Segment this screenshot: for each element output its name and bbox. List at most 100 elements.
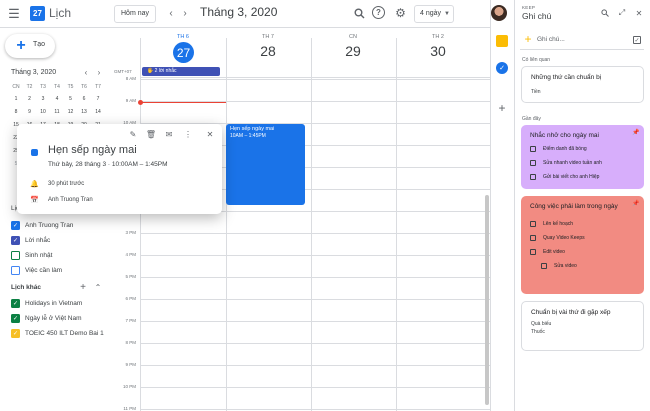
day-number[interactable]: 29 xyxy=(311,43,395,59)
day-header[interactable]: TH 7 28 xyxy=(226,34,310,59)
mini-day[interactable]: 4 xyxy=(50,96,64,102)
other-calendar-item[interactable]: ✓ Ngày lễ ở Việt Nam xyxy=(11,313,82,323)
more-options-icon[interactable]: ⋮ xyxy=(183,129,193,139)
mini-day[interactable]: 9 xyxy=(23,109,37,115)
checkbox-checked-icon[interactable]: ✓ xyxy=(11,220,20,230)
other-calendar-item[interactable]: ✓ TOEIC 450 ILT Demo Bai 1 xyxy=(11,328,104,338)
mini-day[interactable]: 13 xyxy=(77,109,91,115)
my-calendar-item[interactable]: ✓ Lời nhắc xyxy=(11,235,50,245)
note-item-label: Sửa video xyxy=(554,263,577,269)
mini-day[interactable]: 11 xyxy=(50,109,64,115)
day-header[interactable]: CN 29 xyxy=(311,34,395,59)
checkbox-empty-icon[interactable] xyxy=(11,250,20,260)
checkbox-checked-icon[interactable]: ✓ xyxy=(11,328,20,338)
calendar-icon: 📅 xyxy=(30,196,39,204)
collapse-icon[interactable]: ⌃ xyxy=(93,282,103,292)
keep-icon[interactable] xyxy=(496,35,508,47)
mini-day[interactable]: 6 xyxy=(77,96,91,102)
note-card[interactable]: Những thứ cần chuẩn bị Tiền xyxy=(521,66,644,103)
note-card[interactable]: Nhắc nhở cho ngày mai 📌 Điểm danh đã bóng S… xyxy=(521,125,644,189)
note-card[interactable]: Công việc phải làm trong ngày 📌 Lên kế hoạ… xyxy=(521,196,644,294)
checkbox-empty-icon[interactable] xyxy=(530,174,536,180)
close-icon[interactable]: ✕ xyxy=(205,129,215,139)
next-period-icon[interactable]: › xyxy=(178,6,192,20)
create-button[interactable]: + Tạo xyxy=(5,34,55,58)
checkbox-checked-icon[interactable]: ✓ xyxy=(11,235,20,245)
checkbox-checked-icon[interactable]: ✓ xyxy=(11,313,20,323)
checkbox-empty-icon[interactable] xyxy=(530,235,536,241)
mini-weekday: T7 xyxy=(95,84,101,90)
pin-icon[interactable]: 📌 xyxy=(632,129,639,136)
today-button[interactable]: Hôm nay xyxy=(114,5,157,23)
keep-kicker: KEEP xyxy=(522,5,536,10)
mini-day[interactable]: 14 xyxy=(91,109,105,115)
checkbox-checked-icon[interactable]: ✓ xyxy=(11,298,20,308)
hour-line xyxy=(140,343,490,344)
mini-day[interactable]: 10 xyxy=(36,109,50,115)
close-icon[interactable]: ✕ xyxy=(634,8,644,18)
day-number[interactable]: 30 xyxy=(396,43,480,59)
mini-calendar-next-icon[interactable]: › xyxy=(94,67,104,77)
note-checklist-item[interactable]: Sửa video xyxy=(541,263,577,269)
event-color-swatch xyxy=(31,149,38,156)
mini-day[interactable]: 7 xyxy=(91,96,105,102)
delete-trash-icon[interactable]: 🗑 xyxy=(146,129,156,139)
checklist-icon[interactable]: ✓ xyxy=(633,36,641,44)
my-calendar-item[interactable]: ✓ Anh Truong Tran xyxy=(11,220,73,230)
checkbox-empty-icon[interactable] xyxy=(530,160,536,166)
today-date-circle[interactable]: 27 xyxy=(173,42,194,63)
mini-day[interactable]: 3 xyxy=(36,96,50,102)
note-card[interactable]: Chuẩn bị vài thứ đi gặp xếp Quà biếu Thuốc xyxy=(521,301,644,351)
add-calendar-icon[interactable]: + xyxy=(78,282,88,293)
caret-down-icon: ▼ xyxy=(444,11,450,17)
event-block[interactable]: Hẹn sếp ngày mai 10AM – 1:45PM xyxy=(226,124,305,205)
note-checklist-item[interactable]: Quay Video Keeps xyxy=(530,235,585,241)
hour-label: 4 PM xyxy=(125,252,136,257)
day-column-divider xyxy=(311,38,312,411)
search-icon[interactable] xyxy=(600,8,610,18)
mini-day[interactable]: 8 xyxy=(9,109,23,115)
view-select[interactable]: 4 ngày ▼ xyxy=(414,5,454,23)
reminder-chip[interactable]: 🖐 2 lời nhắc xyxy=(142,67,220,76)
mini-day[interactable]: 2 xyxy=(23,96,37,102)
day-column-divider xyxy=(140,38,141,411)
popup-reminder: 30 phút trước xyxy=(48,181,85,187)
avatar[interactable] xyxy=(491,5,507,21)
pin-icon[interactable]: 📌 xyxy=(632,200,639,207)
note-checklist-item[interactable]: Điểm danh đã bóng xyxy=(530,146,587,152)
edit-pencil-icon[interactable]: ✎ xyxy=(128,129,138,139)
note-checklist-item[interactable]: Edit video xyxy=(530,249,565,255)
calendar-label: Holidays in Vietnam xyxy=(25,299,83,307)
add-addon-icon[interactable]: + xyxy=(496,101,508,115)
other-calendar-item[interactable]: ✓ Holidays in Vietnam xyxy=(11,298,82,308)
main-menu-icon[interactable]: ☰ xyxy=(6,6,22,22)
email-icon[interactable]: ✉ xyxy=(164,129,174,139)
mini-day[interactable]: 12 xyxy=(64,109,78,115)
checkbox-empty-icon[interactable] xyxy=(530,146,536,152)
grid-scrollbar[interactable] xyxy=(485,195,489,405)
mini-calendar-prev-icon[interactable]: ‹ xyxy=(81,67,91,77)
search-icon[interactable] xyxy=(352,6,367,21)
note-checklist-item[interactable]: Sửa nhanh video tuần anh xyxy=(530,160,602,166)
mini-day[interactable]: 1 xyxy=(9,96,23,102)
checkbox-empty-icon[interactable] xyxy=(530,249,536,255)
hour-line xyxy=(140,233,490,234)
checkbox-empty-icon[interactable] xyxy=(530,221,536,227)
create-label: Tạo xyxy=(33,41,46,48)
my-calendar-item[interactable]: Việc cần làm xyxy=(11,265,62,275)
mini-day[interactable]: 5 xyxy=(64,96,78,102)
previous-period-icon[interactable]: ‹ xyxy=(164,6,178,20)
help-icon[interactable]: ? xyxy=(372,6,385,19)
checkbox-empty-icon[interactable] xyxy=(11,265,20,275)
popup-calendar-name: Anh Truong Tran xyxy=(48,197,93,203)
open-in-new-icon[interactable]: ⤢ xyxy=(617,8,627,18)
settings-gear-icon[interactable]: ⚙ xyxy=(393,5,408,20)
note-checklist-item[interactable]: Gửi bài viết cho anh Hiệp xyxy=(530,174,599,180)
day-header[interactable]: TH 2 30 xyxy=(396,34,480,59)
tasks-icon[interactable]: ✓ xyxy=(496,62,508,74)
checkbox-empty-icon[interactable] xyxy=(541,263,547,269)
note-checklist-item[interactable]: Lên kế hoạch xyxy=(530,221,573,227)
my-calendar-item[interactable]: Sinh nhật xyxy=(11,250,52,260)
day-number[interactable]: 28 xyxy=(226,43,310,59)
hour-line xyxy=(140,321,490,322)
